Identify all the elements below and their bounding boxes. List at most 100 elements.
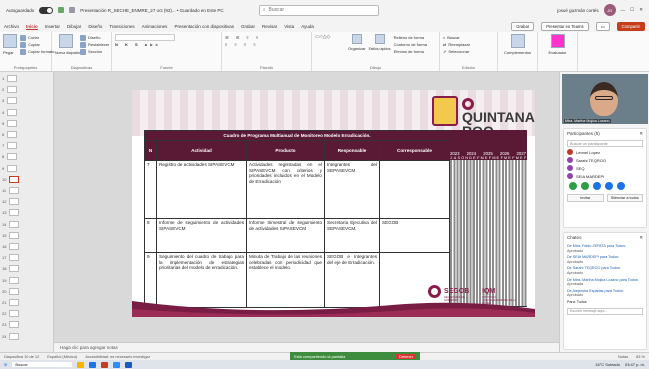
find-button[interactable]: ⌕ Buscar <box>443 34 494 41</box>
taskbar-search[interactable]: Buscar <box>12 362 73 367</box>
user-avatar[interactable]: JG <box>603 4 616 16</box>
close-icon[interactable]: ✕ <box>639 7 643 13</box>
menu-transiciones[interactable]: Transiciones <box>109 24 134 29</box>
slide-thumbnail[interactable]: 19 <box>2 276 20 284</box>
chat-input[interactable]: Escribir mensaje aquí... <box>567 307 643 315</box>
explorer-icon[interactable] <box>77 361 85 368</box>
font-style-buttons[interactable]: N K S abc <box>115 41 218 48</box>
menu-diseno[interactable]: Diseño <box>88 24 102 29</box>
accessibility[interactable]: Accesibilidad: es necesario investigar <box>85 354 150 359</box>
copy-button[interactable]: Copiar <box>20 41 54 48</box>
slide-thumbnail[interactable]: 15 <box>2 231 20 239</box>
notes-toggle[interactable]: Notas <box>618 354 628 359</box>
slide[interactable]: QUINTANA ROO UNIDOS PARA TRANSFORMAR Cua… <box>132 90 535 317</box>
reset-button[interactable]: Restablecer <box>80 41 109 48</box>
participant-row[interactable]: SEIA MARDEPI <box>564 172 646 180</box>
slide-thumbnail[interactable]: 22 <box>2 310 20 318</box>
menu-inicio[interactable]: Inicio <box>26 24 38 29</box>
paste-button[interactable]: Pegar <box>3 34 17 56</box>
menu-archivo[interactable]: Archivo <box>4 24 19 29</box>
slide-thumbnail[interactable]: 23 <box>2 321 20 329</box>
section-button[interactable]: Sección <box>80 48 109 55</box>
cut-button[interactable]: Cortar <box>20 34 54 41</box>
slide-thumbnail[interactable]: 8 <box>2 153 18 161</box>
more-icon[interactable] <box>617 182 625 190</box>
slide-thumbnail[interactable]: 7 <box>2 142 18 150</box>
quick-styles-button[interactable]: Estilos rápidos <box>369 34 391 55</box>
menu-animaciones[interactable]: Animaciones <box>142 24 168 29</box>
zoom-icon[interactable] <box>113 361 121 368</box>
undo-icon[interactable] <box>69 7 76 13</box>
new-slide-button[interactable]: Nueva diapositiva <box>55 34 83 56</box>
mute-all-button[interactable]: Silenciar a todos <box>606 194 643 202</box>
outline-button[interactable]: Contorno de forma <box>394 41 427 48</box>
menu-revisar[interactable]: Revisar <box>262 24 277 29</box>
slide-thumbnail[interactable]: 10 <box>2 175 20 183</box>
replace-button[interactable]: ⇄ Reemplazar <box>443 41 494 48</box>
menu-dibujar[interactable]: Dibujar <box>67 24 81 29</box>
slide-thumbnail[interactable]: 2 <box>2 86 18 94</box>
participant-row[interactable]: SEQ <box>564 164 646 172</box>
word-icon[interactable] <box>125 361 133 368</box>
align-buttons[interactable]: ≡ ≡ ≡ ≡ <box>225 41 308 48</box>
chat-icon[interactable] <box>605 182 613 190</box>
video-icon[interactable] <box>581 182 589 190</box>
comments-icon[interactable]: ▭ <box>595 21 610 31</box>
fill-button[interactable]: Relleno de forma <box>394 34 427 41</box>
slide-thumbnail[interactable]: 17 <box>2 254 20 262</box>
slide-thumbnail[interactable]: 11 <box>2 187 20 194</box>
select-button[interactable]: ➚ Seleccionar <box>443 48 494 55</box>
windows-icon[interactable]: ⊞ <box>4 362 7 367</box>
format-painter-button[interactable]: Copiar formato <box>20 48 54 55</box>
present-teams-button[interactable]: Presentar en Teams <box>541 21 589 31</box>
menu-vista[interactable]: Vista <box>284 24 294 29</box>
mic-icon[interactable] <box>569 182 577 190</box>
powerpoint-icon[interactable] <box>101 361 109 368</box>
participant-row[interactable]: Leonel Lopez <box>564 148 646 156</box>
font-name-select[interactable] <box>115 34 175 41</box>
edge-icon[interactable] <box>89 361 97 368</box>
share-button[interactable]: Compartir <box>616 21 645 31</box>
invite-button[interactable]: Invitar <box>567 194 604 202</box>
slide-thumbnail[interactable]: 5 <box>2 119 18 127</box>
slide-thumbnail[interactable]: 1 <box>2 75 18 82</box>
search-input[interactable]: ⌕ Buscar <box>258 4 379 16</box>
slide-thumbnail[interactable]: 6 <box>2 131 18 138</box>
slide-thumbnail[interactable]: 18 <box>2 265 20 273</box>
arrange-button[interactable]: Organizar <box>348 34 366 55</box>
participant-row[interactable]: Sarahi TEQROO <box>564 156 646 164</box>
record-button[interactable]: Grabar <box>511 21 535 31</box>
maximize-icon[interactable]: ☐ <box>630 7 634 13</box>
slide-thumbnail[interactable]: 12 <box>2 198 20 206</box>
zoom-level[interactable]: 83 % <box>636 354 645 359</box>
video-feed[interactable]: Mtra. Martha Mojica Lozano <box>562 74 648 124</box>
notes-pane[interactable]: Haga clic para agregar notas <box>54 342 559 352</box>
slide-thumbnail[interactable]: 13 <box>2 209 20 217</box>
slide-thumbnail[interactable]: 14 <box>2 220 20 228</box>
shapes-button[interactable]: ▭○△◇ <box>315 34 345 55</box>
menu-ayuda[interactable]: Ayuda <box>301 24 314 29</box>
chat-recipient-select[interactable]: Para: Todos <box>564 299 646 306</box>
slide-thumbnail[interactable]: 3 <box>2 97 18 105</box>
share-icon[interactable] <box>593 182 601 190</box>
close-icon[interactable]: ✕ <box>639 131 643 137</box>
stop-share-button[interactable]: Detener <box>396 353 416 359</box>
menu-presentacion[interactable]: Presentación con diapositivas <box>174 24 234 29</box>
participant-search-input[interactable]: Buscar un participante <box>567 140 643 147</box>
list-buttons[interactable]: ☰ ☰ ≡ ≡ <box>225 34 308 41</box>
slide-thumbnail[interactable]: 9 <box>2 164 18 172</box>
slide-thumbnail[interactable]: 16 <box>2 243 20 250</box>
language[interactable]: Español (México) <box>47 354 77 359</box>
effects-button[interactable]: Efectos de forma <box>394 48 427 55</box>
slide-thumbnail[interactable]: 21 <box>2 299 20 306</box>
minimize-icon[interactable]: — <box>621 8 626 13</box>
layout-button[interactable]: Diseño <box>80 34 109 41</box>
menu-grabar[interactable]: Grabar <box>241 24 255 29</box>
save-icon[interactable] <box>58 7 65 13</box>
slide-thumbnail[interactable]: 4 <box>2 108 18 116</box>
close-icon[interactable]: ✕ <box>639 235 643 241</box>
slide-thumbnail[interactable]: 20 <box>2 287 20 295</box>
menu-insertar[interactable]: Insertar <box>45 24 60 29</box>
addins-group[interactable]: Complementos <box>498 32 538 71</box>
evaluate-group[interactable]: Evaluador <box>538 32 578 71</box>
